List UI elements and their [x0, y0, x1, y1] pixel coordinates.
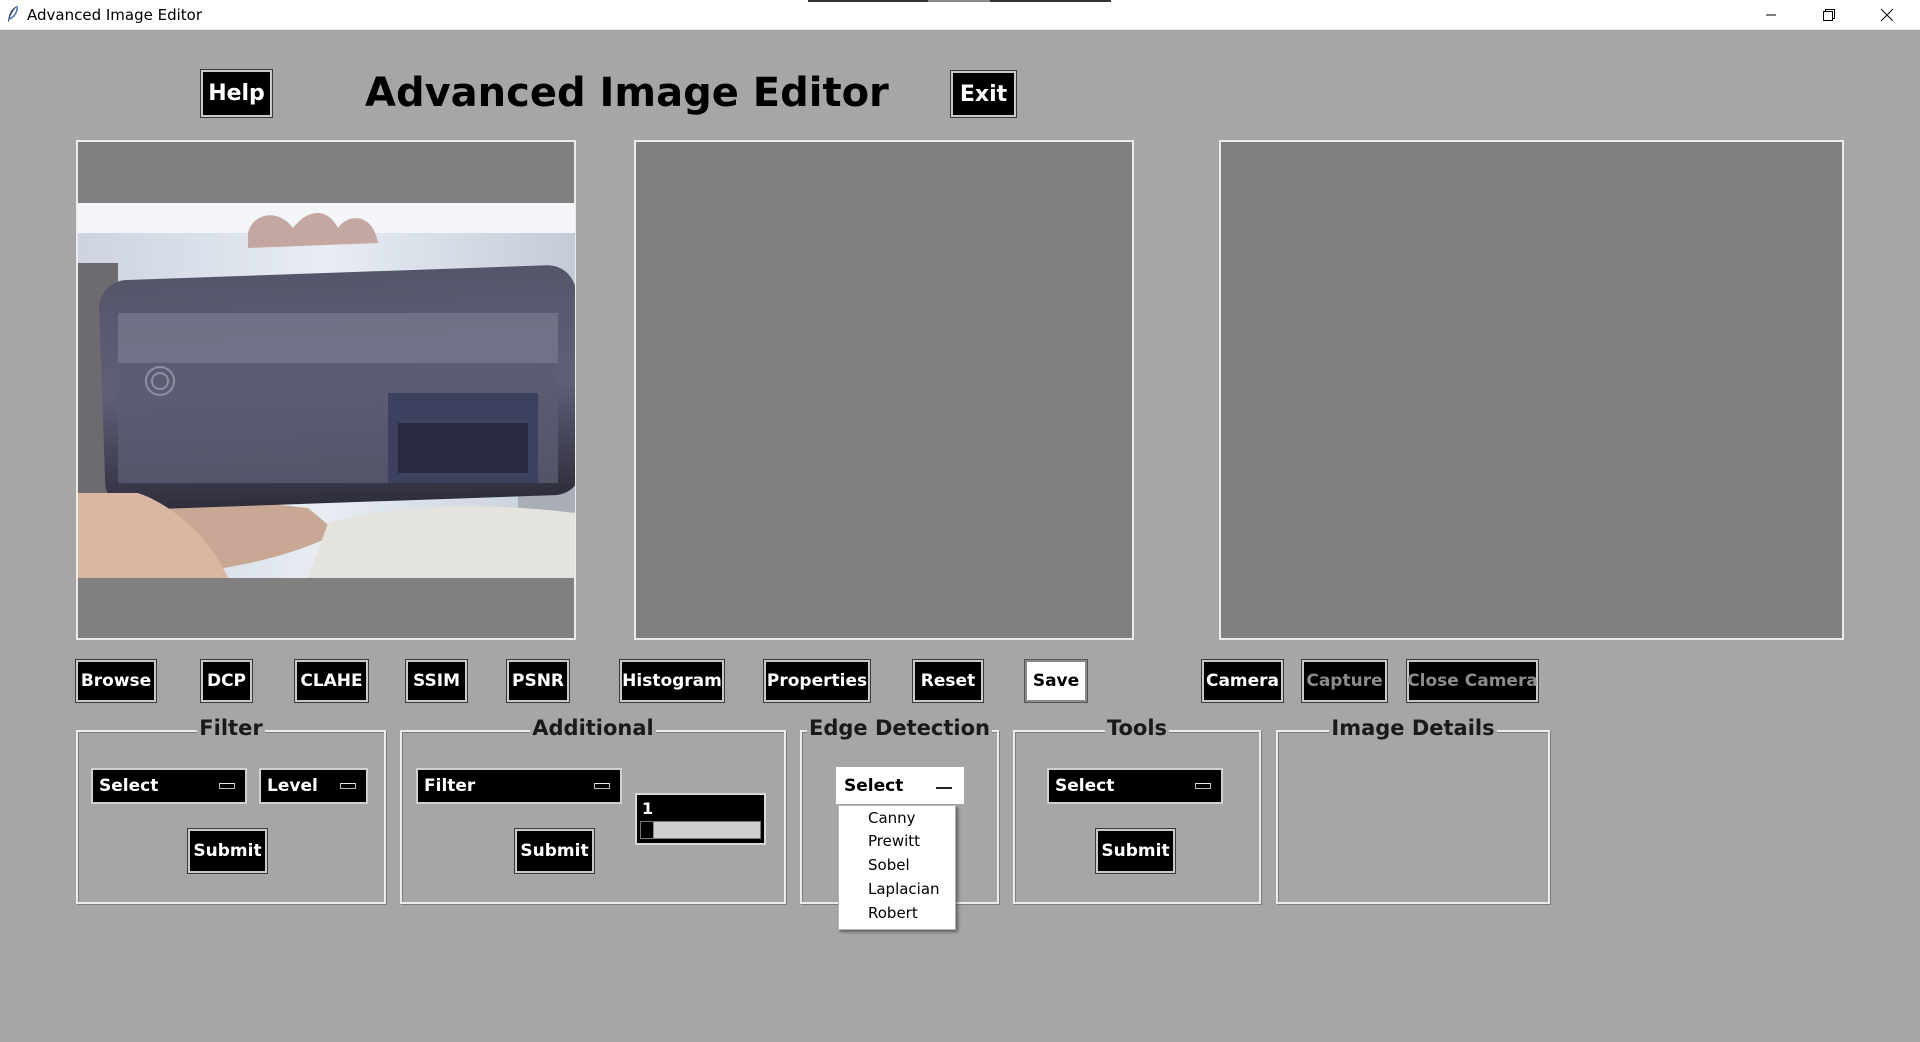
minimize-icon — [1766, 14, 1776, 15]
menu-item-canny[interactable]: Canny — [839, 807, 955, 830]
photo-image — [78, 203, 575, 578]
window-titlebar: Advanced Image Editor — [0, 0, 1920, 30]
filter-submit-button[interactable]: Submit — [187, 828, 268, 874]
exit-button[interactable]: Exit — [950, 70, 1017, 118]
option-indicator-icon — [219, 783, 235, 789]
ssim-button[interactable]: SSIM — [405, 659, 468, 703]
option-indicator-icon — [594, 783, 610, 789]
option-indicator-icon — [1195, 783, 1211, 789]
camera-button[interactable]: Camera — [1201, 659, 1284, 703]
processed-image-panel — [634, 140, 1134, 640]
filter-select-value: Select — [99, 776, 159, 796]
browse-button[interactable]: Browse — [75, 659, 157, 703]
menu-item-robert[interactable]: Robert — [839, 902, 955, 925]
properties-button[interactable]: Properties — [763, 659, 871, 703]
camera-photo — [78, 203, 575, 578]
histogram-button[interactable]: Histogram — [619, 659, 725, 703]
close-camera-button[interactable]: Close Camera — [1406, 659, 1539, 703]
option-indicator-icon — [340, 783, 356, 789]
window-title: Advanced Image Editor — [27, 6, 202, 24]
reset-button[interactable]: Reset — [912, 659, 984, 703]
filter-legend: Filter — [197, 716, 265, 740]
dcp-button[interactable]: DCP — [200, 659, 253, 703]
filter-frame: Filter — [76, 716, 386, 904]
tools-select-value: Select — [1055, 776, 1115, 796]
save-button[interactable]: Save — [1024, 659, 1088, 703]
clahe-button[interactable]: CLAHE — [294, 659, 369, 703]
titlebar-indicator-mid — [928, 0, 990, 2]
menu-item-sobel[interactable]: Sobel — [839, 854, 955, 877]
tools-frame: Tools — [1013, 716, 1261, 904]
additional-filter-value: Filter — [424, 776, 476, 796]
scale-slider-handle[interactable] — [641, 822, 654, 838]
level-select[interactable]: Level — [259, 768, 368, 804]
edge-detection-legend: Edge Detection — [807, 716, 992, 740]
tools-submit-button[interactable]: Submit — [1095, 828, 1176, 874]
scale-value: 1 — [642, 799, 654, 818]
additional-filter-select[interactable]: Filter — [416, 768, 622, 804]
close-icon — [1880, 8, 1894, 21]
restore-button[interactable] — [1800, 0, 1858, 29]
image-details-frame: Image Details — [1276, 716, 1550, 904]
minimize-button[interactable] — [1742, 0, 1800, 29]
additional-submit-button[interactable]: Submit — [514, 828, 595, 874]
tools-select[interactable]: Select — [1047, 768, 1223, 804]
camera-panel — [1219, 140, 1844, 640]
menu-item-laplacian[interactable]: Laplacian — [839, 878, 955, 901]
image-details-legend: Image Details — [1329, 716, 1497, 740]
level-select-value: Level — [267, 776, 318, 796]
capture-button[interactable]: Capture — [1301, 659, 1388, 703]
additional-legend: Additional — [530, 716, 656, 740]
option-indicator-icon — [936, 785, 952, 789]
edge-detection-select[interactable]: Select — [836, 767, 964, 804]
tools-legend: Tools — [1104, 716, 1170, 740]
restore-icon — [1823, 8, 1835, 21]
close-window-button[interactable] — [1858, 0, 1916, 29]
scale-trough[interactable] — [640, 821, 761, 839]
level-scale[interactable]: 1 — [635, 793, 766, 845]
edge-detection-dropdown-menu: Canny Prewitt Sobel Laplacian Robert — [838, 805, 956, 930]
filter-select[interactable]: Select — [91, 768, 247, 804]
psnr-button[interactable]: PSNR — [506, 659, 570, 703]
edge-detection-select-value: Select — [844, 775, 904, 796]
feather-icon — [8, 5, 18, 22]
help-button[interactable]: Help — [200, 69, 273, 118]
app-title: Advanced Image Editor — [365, 70, 889, 116]
menu-item-prewitt[interactable]: Prewitt — [839, 830, 955, 853]
